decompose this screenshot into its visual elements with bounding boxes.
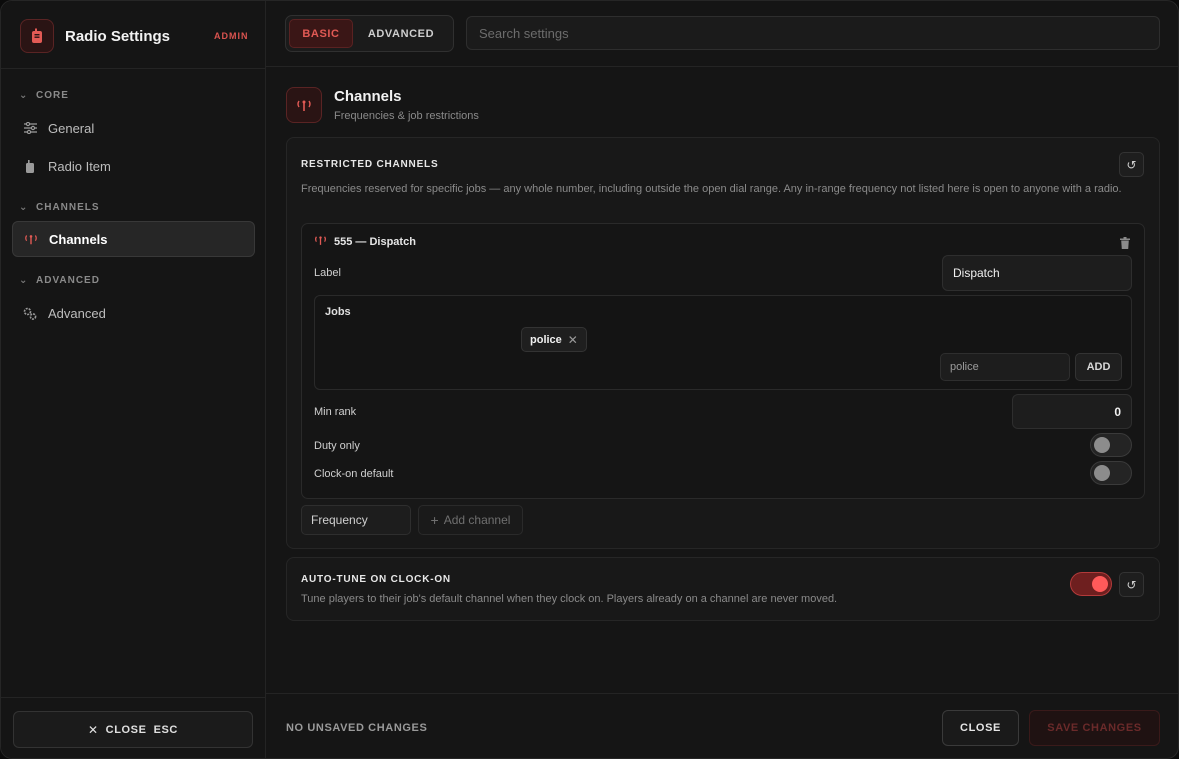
settings-window: Radio Settings ADMIN ⌄ CORE General Radi…	[0, 0, 1179, 759]
sliders-icon	[23, 121, 37, 135]
radio-logo-icon	[20, 19, 54, 53]
reset-icon: ↺	[1126, 577, 1137, 592]
chevron-down-icon: ⌄	[19, 202, 29, 213]
antenna-icon	[314, 235, 327, 248]
page-subtitle: Frequencies & job restrictions	[334, 110, 479, 122]
label-field-label: Label	[314, 267, 341, 279]
add-job-button[interactable]: ADD	[1075, 353, 1122, 381]
add-channel-label: Add channel	[443, 513, 511, 527]
label-input[interactable]: Dispatch	[942, 255, 1132, 291]
antenna-icon	[286, 87, 322, 123]
page-header: Channels Frequencies & job restrictions	[286, 87, 1161, 127]
footer-bar: NO UNSAVED CHANGES CLOSE SAVE CHANGES	[266, 693, 1178, 758]
sidebar-item-radio-item[interactable]: Radio Item	[12, 148, 255, 184]
autotune-description: Tune players to their job's default chan…	[301, 593, 838, 605]
sidebar-item-label: Channels	[49, 231, 108, 247]
channel-entry: 555 — Dispatch Label Dispatch Jobs polic…	[301, 223, 1145, 499]
chevron-down-icon: ⌄	[19, 90, 29, 101]
duty-only-label: Duty only	[314, 440, 360, 452]
min-rank-input[interactable]: 0	[1012, 394, 1132, 429]
remove-chip-icon[interactable]: ✕	[568, 333, 578, 347]
brand-header: Radio Settings ADMIN	[1, 1, 265, 69]
unsaved-status: NO UNSAVED CHANGES	[286, 722, 428, 734]
clock-on-default-label: Clock-on default	[314, 468, 394, 480]
jobs-editor: Jobs police ✕ police ADD	[314, 295, 1132, 390]
trash-icon[interactable]	[1120, 237, 1130, 252]
autotune-reset-button[interactable]: ↺	[1119, 572, 1144, 597]
duty-only-toggle[interactable]	[1090, 433, 1132, 457]
sidebar-item-general[interactable]: General	[12, 110, 255, 146]
card-description: Frequencies reserved for specific jobs —…	[301, 183, 1122, 195]
search-input[interactable]: Search settings	[466, 16, 1160, 50]
toggle-knob	[1092, 576, 1108, 592]
sidebar-item-label: General	[48, 120, 95, 136]
sidebar: Radio Settings ADMIN ⌄ CORE General Radi…	[1, 1, 266, 758]
reset-icon: ↺	[1126, 157, 1137, 172]
restricted-channels-card: RESTRICTED CHANNELS ↺ Frequencies reserv…	[286, 137, 1160, 549]
channel-header: 555 — Dispatch	[314, 235, 416, 248]
section-advanced-label: ADVANCED	[36, 275, 100, 286]
section-channels[interactable]: ⌄ CHANNELS	[19, 202, 100, 213]
admin-badge: ADMIN	[214, 31, 249, 41]
radio-icon	[23, 159, 37, 173]
antenna-icon	[24, 232, 38, 246]
close-button[interactable]: CLOSE	[942, 710, 1019, 746]
page-title: Channels	[334, 88, 402, 105]
add-channel-button[interactable]: + Add channel	[418, 505, 523, 535]
sidebar-footer: ✕ CLOSE ESC	[1, 697, 265, 758]
gears-icon	[23, 306, 37, 320]
sidebar-item-label: Advanced	[48, 305, 106, 321]
section-core[interactable]: ⌄ CORE	[19, 90, 69, 101]
mode-tabs: BASIC ADVANCED	[285, 15, 454, 52]
toggle-knob	[1094, 465, 1110, 481]
reset-button[interactable]: ↺	[1119, 152, 1144, 177]
frequency-input[interactable]: Frequency	[301, 505, 411, 535]
autotune-toggle[interactable]	[1070, 572, 1112, 596]
save-changes-button[interactable]: SAVE CHANGES	[1029, 710, 1160, 746]
app-title: Radio Settings	[65, 28, 171, 45]
job-chip: police ✕	[521, 327, 587, 352]
close-icon: ✕	[88, 722, 99, 737]
esc-key-label: ESC	[153, 723, 178, 736]
section-core-label: CORE	[36, 90, 69, 101]
plus-icon: +	[430, 512, 439, 528]
jobs-label: Jobs	[325, 306, 351, 318]
job-input[interactable]: police	[940, 353, 1070, 381]
top-bar: BASIC ADVANCED Search settings	[266, 1, 1178, 67]
autotune-title: AUTO-TUNE ON CLOCK-ON	[301, 574, 451, 585]
close-label: CLOSE	[105, 723, 147, 736]
section-channels-label: CHANNELS	[36, 202, 100, 213]
sidebar-item-channels[interactable]: Channels	[12, 221, 255, 257]
channel-title: 555 — Dispatch	[334, 235, 416, 248]
min-rank-label: Min rank	[314, 406, 357, 418]
section-advanced[interactable]: ⌄ ADVANCED	[19, 275, 100, 286]
sidebar-item-advanced[interactable]: Advanced	[12, 295, 255, 331]
tab-advanced[interactable]: ADVANCED	[357, 19, 445, 48]
card-title: RESTRICTED CHANNELS	[301, 159, 439, 170]
toggle-knob	[1094, 437, 1110, 453]
sidebar-item-label: Radio Item	[48, 158, 111, 174]
tab-basic[interactable]: BASIC	[289, 19, 353, 48]
chevron-down-icon: ⌄	[19, 275, 29, 286]
clock-on-default-toggle[interactable]	[1090, 461, 1132, 485]
job-chip-label: police	[530, 333, 562, 346]
autotune-card: AUTO-TUNE ON CLOCK-ON Tune players to th…	[286, 557, 1160, 621]
close-esc-button[interactable]: ✕ CLOSE ESC	[13, 711, 253, 748]
